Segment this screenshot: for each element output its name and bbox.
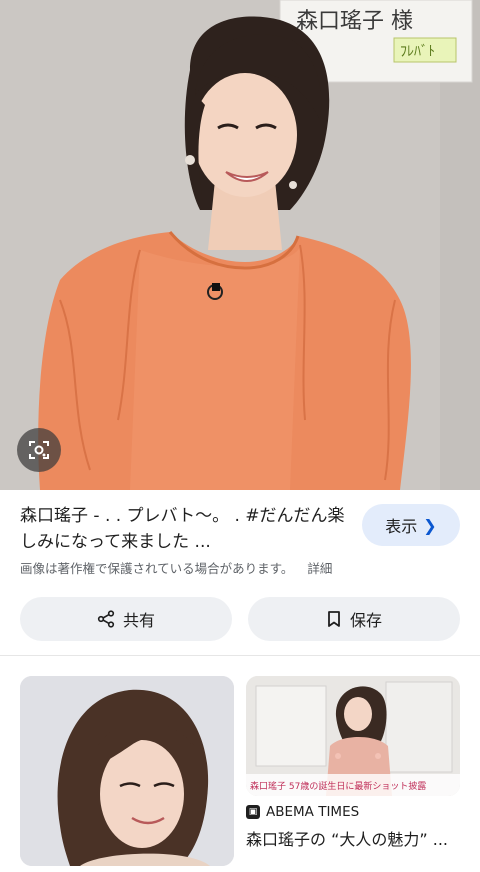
copyright-notice: 画像は著作権で保護されている場合があります。 詳細 (20, 558, 332, 577)
related-image-card[interactable]: 森口瑤子 57歳の誕生日に最新ショット披露 (246, 676, 460, 796)
share-button[interactable]: 共有 (20, 597, 232, 641)
divider (0, 655, 480, 656)
lens-button[interactable] (17, 428, 61, 472)
main-image[interactable]: 森口瑤子 様 ﾌﾚﾊﾞﾄ (0, 0, 480, 490)
save-button[interactable]: 保存 (248, 597, 460, 641)
sign-logo: ﾌﾚﾊﾞﾄ (400, 44, 435, 60)
related-title[interactable]: 森口瑤子の “大人の魅力” ... (246, 826, 466, 850)
abema-icon: ▣ (246, 805, 260, 819)
share-icon (97, 610, 115, 628)
related-thumbnail (20, 676, 234, 866)
details-link[interactable]: 詳細 (307, 561, 332, 576)
source-name: ABEMA TIMES (266, 804, 360, 820)
save-label: 保存 (349, 611, 382, 630)
share-label: 共有 (122, 611, 155, 630)
sign-text: 森口瑤子 様 (296, 9, 413, 34)
visit-label: 表示 (385, 517, 418, 536)
copyright-text: 画像は著作権で保護されている場合があります。 (20, 561, 294, 576)
bookmark-icon (328, 611, 340, 627)
visit-button[interactable]: 表示 ❯ (362, 504, 460, 546)
thumbnail-caption: 森口瑤子 57歳の誕生日に最新ショット披露 (246, 774, 460, 796)
related-image-card[interactable] (20, 676, 234, 866)
lens-icon (29, 441, 49, 459)
result-title[interactable]: 森口瑤子 - . . プレバト〜。 . #だんだん楽しみになって来ました ... (20, 503, 350, 555)
source-row: ▣ ABEMA TIMES (246, 804, 359, 820)
chevron-right-icon: ❯ (423, 515, 437, 535)
